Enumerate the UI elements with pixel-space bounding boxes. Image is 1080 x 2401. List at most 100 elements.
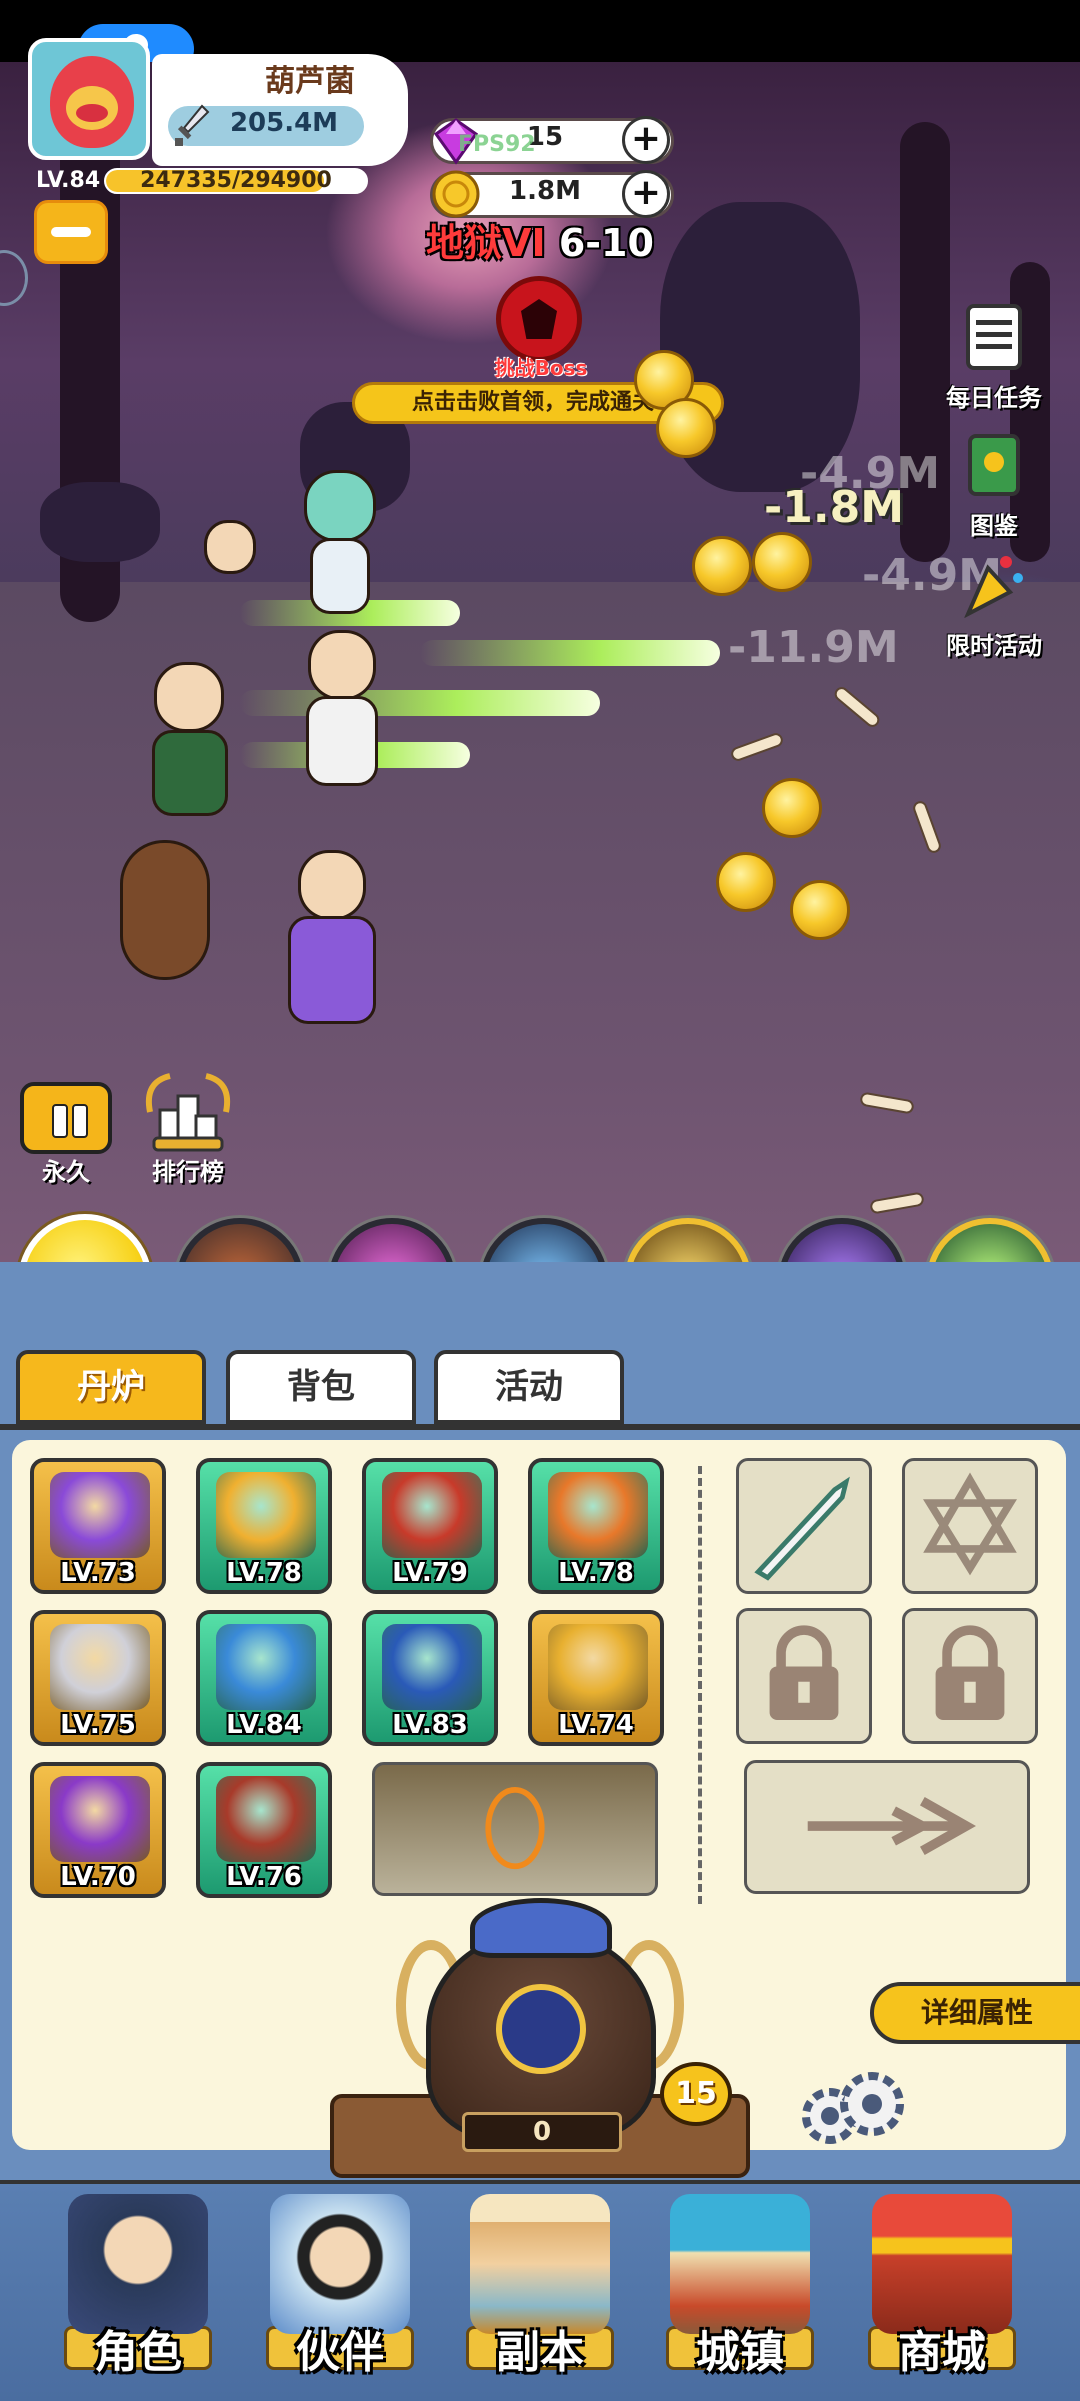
gold-count: 1.8M [509,176,581,206]
gold-coin-drop[interactable] [752,532,812,592]
equipment-level: LV.79 [392,1558,468,1588]
pet-bear[interactable] [110,820,220,990]
damage-number: -1.8M [764,482,904,533]
equipment-slot[interactable]: LV.79 [362,1458,498,1594]
equipment-level: LV.84 [226,1710,302,1740]
equipment-slot[interactable]: LV.84 [196,1610,332,1746]
equipment-slot[interactable]: LV.83 [362,1610,498,1746]
damage-number: -11.9M [728,622,899,673]
hero-small[interactable] [190,520,270,620]
boss-label: 挑战Boss [494,356,588,380]
portal-ring-icon [485,1786,545,1870]
hero-emperor[interactable] [140,640,240,820]
hero-head [304,470,376,542]
lock-icon [935,1625,1005,1720]
furnace-level-badge: 15 [660,2062,732,2126]
weapon-slot[interactable] [736,1458,872,1594]
partner-panda-icon [270,2194,410,2334]
furnace-counter: 0 [462,2112,622,2152]
dragon-talisman-icon [216,1624,316,1710]
daily-tasks-label: 每日任务 [946,384,1042,412]
hero-green-hair[interactable] [280,470,400,620]
limited-event-button[interactable]: 限时活动 [932,548,1056,661]
equipment-slot[interactable]: LV.75 [30,1610,166,1746]
gold-coin-drop[interactable] [692,536,752,596]
lock-icon [769,1625,839,1720]
equipment-level: LV.75 [60,1710,136,1740]
leaderboard-label: 排行榜 [152,1158,224,1186]
player-level: LV.84 [36,168,101,193]
nav-dungeon[interactable]: 副本 [450,2194,630,2378]
pause-button[interactable] [20,1082,112,1154]
sword-icon [175,104,210,146]
equipment-slot[interactable]: LV.76 [196,1762,332,1898]
nav-character-label: 角色 [94,2327,182,2378]
detail-attributes-button[interactable]: 详细属性 [870,1982,1080,2044]
panel-divider [698,1466,702,1904]
tab-activity[interactable]: 活动 [434,1350,624,1424]
nav-character[interactable]: 角色 [48,2194,228,2378]
stage-title: 地狱VI 6-10 [420,212,660,267]
equipment-slot[interactable]: LV.74 [528,1610,664,1746]
gold-coin-drop[interactable] [656,398,716,458]
locked-slot[interactable] [736,1608,872,1744]
gold-coin-drop[interactable] [762,778,822,838]
stage-world: 地狱VI [426,221,546,265]
leaderboard-icon[interactable] [140,1072,236,1156]
limited-event-label: 限时活动 [946,632,1042,660]
energy-beam [420,640,720,666]
combat-power: 205.4M [229,108,339,138]
tab-furnace[interactable]: 丹炉 [16,1350,206,1424]
hero-head [298,850,366,920]
equipment-slot[interactable]: LV.70 [30,1762,166,1898]
golden-wings-icon [216,1472,316,1558]
codex-button[interactable]: 图鉴 [950,428,1038,541]
portal-slot[interactable] [372,1762,658,1896]
town-pagoda-icon [670,2194,810,2334]
red-boots-icon [216,1776,316,1862]
dagger-icon [754,1476,850,1581]
shop-gate-icon [872,2194,1012,2334]
tab-backpack[interactable]: 背包 [226,1350,416,1424]
equipment-level: LV.78 [558,1558,634,1588]
menu-button[interactable] [34,200,108,264]
nav-town-label: 城镇 [696,2327,784,2378]
equipment-slot[interactable]: LV.78 [528,1458,664,1594]
trident-slot[interactable] [744,1760,1030,1894]
nav-partner[interactable]: 伙伴 [250,2194,430,2378]
formation-slot[interactable] [902,1458,1038,1594]
nav-dungeon-label: 副本 [496,2327,584,2378]
gear-icon[interactable] [790,2064,910,2154]
dungeon-scroll-icon [470,2194,610,2334]
equipment-slot[interactable]: LV.73 [30,1458,166,1594]
blue-helmet-icon [382,1624,482,1710]
equipment-level: LV.83 [392,1710,468,1740]
equipment-slot[interactable]: LV.78 [196,1458,332,1594]
hero-body [310,538,370,614]
gold-dragon-orb-icon [548,1624,648,1710]
hero-white-robe[interactable] [282,630,402,790]
player-avatar[interactable] [28,38,150,160]
crown-icon [50,1776,150,1862]
add-gems-button[interactable]: + [622,116,670,164]
locked-slot[interactable] [902,1608,1038,1744]
task-list-icon [966,304,1022,370]
furnace-lid [470,1898,612,1958]
hero-body [306,696,378,786]
hero-head [204,520,256,574]
codex-label: 图鉴 [970,512,1018,540]
equipment-level: LV.70 [60,1862,136,1892]
nav-shop[interactable]: 商城 [852,2194,1032,2378]
fps-overlay: FPS92 [458,132,536,157]
nav-town[interactable]: 城镇 [650,2194,830,2378]
challenge-boss-button[interactable] [496,276,582,362]
equipment-level: LV.78 [226,1558,302,1588]
hero-purple-mage[interactable] [262,850,402,1030]
rock [40,482,160,562]
exp-text: 247335/294900 [140,168,332,193]
add-gold-button[interactable]: + [622,170,670,218]
daily-tasks-button[interactable]: 每日任务 [934,300,1054,413]
gold-coin-drop[interactable] [716,852,776,912]
gold-coin-drop[interactable] [790,880,850,940]
wolf-orb-icon [548,1472,648,1558]
